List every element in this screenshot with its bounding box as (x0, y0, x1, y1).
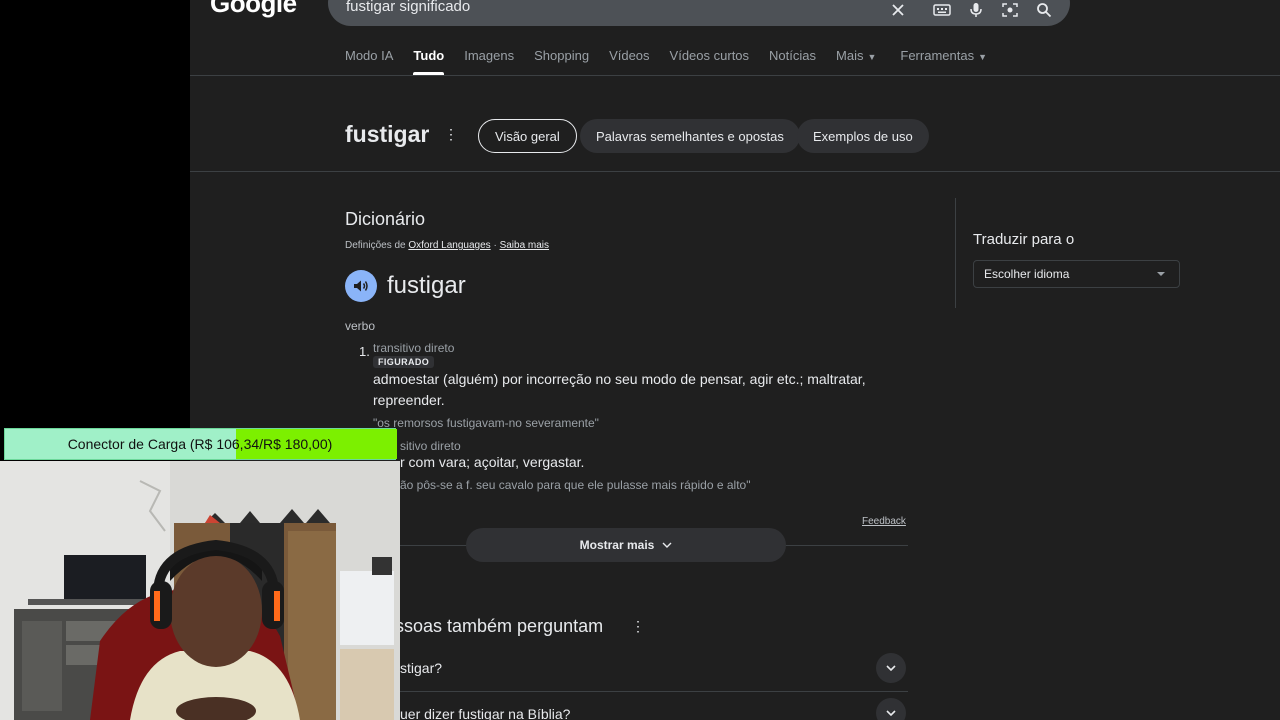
saiba-mais-link[interactable]: Saiba mais (500, 240, 549, 251)
part-of-speech: verbo (345, 319, 376, 333)
speaker-icon[interactable] (345, 270, 377, 302)
dictionary-word: fustigar (387, 272, 466, 299)
sense-grammar: sitivo direto (400, 439, 461, 453)
sense-definition: admoestar (alguém) por incorreção no seu… (373, 371, 866, 408)
lens-icon[interactable] (1000, 0, 1020, 20)
caret-down-icon: ▼ (978, 52, 988, 62)
microphone-icon[interactable] (966, 0, 986, 20)
tab-mais-label: Mais (836, 48, 864, 63)
tab-videos[interactable]: Vídeos (609, 48, 649, 75)
tab-videos-curtos[interactable]: Vídeos curtos (670, 48, 750, 75)
sense-number: 1. (359, 344, 370, 359)
chevron-down-icon[interactable] (876, 653, 906, 683)
tab-ferramentas-label: Ferramentas (900, 48, 975, 63)
chevron-down-icon[interactable] (876, 698, 906, 720)
tab-tudo[interactable]: Tudo (413, 48, 444, 75)
progress-label: Conector de Carga (R$ 106,34/R$ 180,00) (67, 436, 333, 452)
chip-visao-geral[interactable]: Visão geral (478, 119, 577, 153)
tab-shopping[interactable]: Shopping (534, 48, 589, 75)
feedback-link[interactable]: Feedback (862, 516, 906, 527)
figurado-badge: FIGURADO (373, 356, 435, 368)
tab-noticias[interactable]: Notícias (769, 48, 816, 75)
oxford-link[interactable]: Oxford Languages (408, 240, 490, 251)
source-prefix: Definições de (345, 240, 406, 251)
chip-exemplos-de-uso[interactable]: Exemplos de uso (797, 119, 929, 153)
search-tabs: Modo IA Tudo Imagens Shopping Vídeos Víd… (345, 48, 1007, 75)
sense-definition: r com vara; açoitar, vergastar. (400, 454, 585, 470)
clear-icon[interactable] (888, 0, 908, 20)
chevron-down-icon (662, 542, 672, 548)
tab-imagens[interactable]: Imagens (464, 48, 514, 75)
webcam-video (0, 461, 400, 720)
tab-ferramentas[interactable]: Ferramentas ▼ (900, 48, 987, 75)
paa-question[interactable]: uer dizer fustigar na Bíblia? (400, 706, 570, 720)
dictionary-title: Dicionário (345, 209, 426, 229)
caret-down-icon (1157, 272, 1165, 276)
divider (190, 75, 1280, 76)
separator: · (493, 240, 497, 251)
dictionary-source: Definições de Oxford Languages · Saiba m… (345, 240, 549, 251)
divider (190, 171, 1280, 172)
divider (955, 198, 956, 308)
google-logo[interactable]: Google (210, 0, 297, 19)
show-more-button[interactable]: Mostrar mais (466, 528, 786, 562)
chip-palavras-semelhantes[interactable]: Palavras semelhantes e opostas (580, 119, 800, 153)
divider (395, 691, 908, 692)
keyword-title: fustigar (345, 121, 430, 147)
tab-mais[interactable]: Mais ▼ (836, 48, 876, 75)
keyboard-icon[interactable] (932, 0, 952, 20)
paa-question[interactable]: stigar? (400, 660, 442, 676)
more-options-icon[interactable]: ⋮ (631, 618, 645, 635)
sense-grammar: transitivo direto (373, 341, 455, 355)
sense-example: ão pôs-se a f. seu cavalo para que ele p… (400, 478, 751, 492)
translate-title: Traduzir para o (973, 231, 1075, 248)
search-icon[interactable] (1034, 0, 1054, 20)
stream-progress-bar: Conector de Carga (R$ 106,34/R$ 180,00) (4, 428, 397, 460)
people-also-ask-title: ssoas também perguntam (395, 616, 604, 636)
show-more-label: Mostrar mais (579, 538, 655, 552)
language-select-label: Escolher idioma (984, 267, 1070, 281)
tab-modo-ia[interactable]: Modo IA (345, 48, 393, 75)
search-input[interactable]: fustigar significado (346, 0, 470, 15)
more-options-icon[interactable]: ⋮ (444, 126, 458, 143)
sense-example: "os remorsos fustigavam-no severamente" (373, 416, 599, 430)
search-bar[interactable]: fustigar significado (328, 0, 1070, 26)
caret-down-icon: ▼ (867, 52, 877, 62)
language-select[interactable]: Escolher idioma (973, 260, 1180, 288)
